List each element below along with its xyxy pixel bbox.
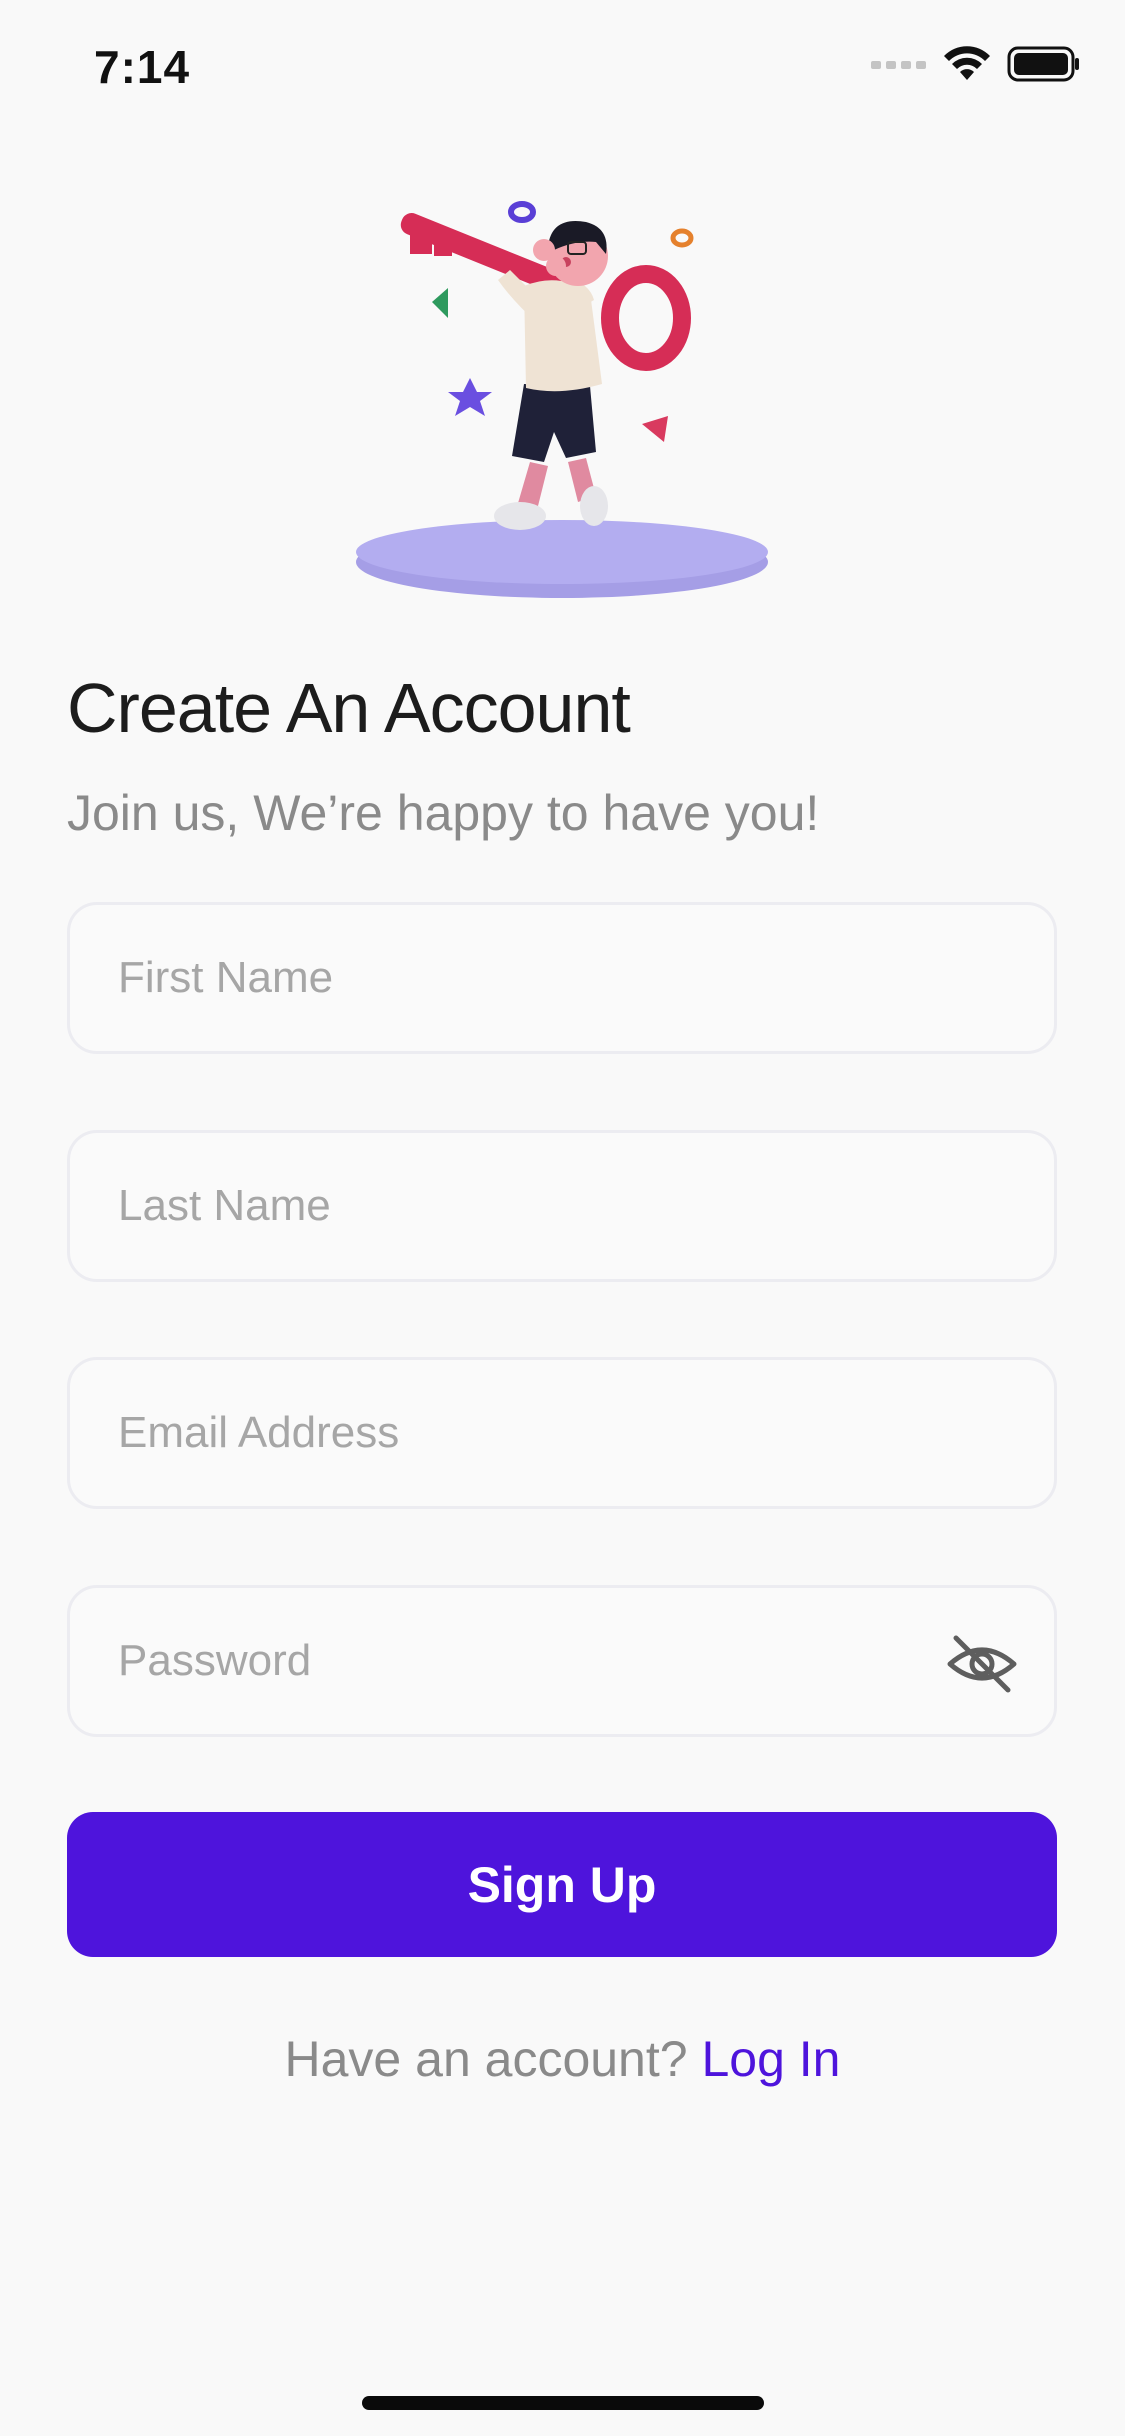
- sign-up-button[interactable]: Sign Up: [67, 1812, 1057, 1957]
- password-field: [67, 1585, 1057, 1737]
- log-in-link[interactable]: Log In: [701, 2031, 840, 2087]
- eye-slash-icon[interactable]: [946, 1632, 1018, 1696]
- status-bar: 7:14: [0, 0, 1125, 140]
- last-name-input[interactable]: [70, 1132, 980, 1280]
- email-field: [67, 1357, 1057, 1509]
- home-indicator[interactable]: [362, 2396, 764, 2410]
- cellular-signal-icon: [871, 61, 926, 69]
- hero-illustration: [356, 201, 768, 598]
- page-subtitle: Join us, We’re happy to have you!: [67, 785, 820, 841]
- battery-icon: [1007, 46, 1079, 82]
- page-title: Create An Account: [67, 669, 631, 747]
- wifi-icon: [944, 46, 990, 80]
- email-input[interactable]: [70, 1359, 980, 1507]
- login-prompt: Have an account? Log In: [0, 2030, 1125, 2088]
- first-name-input[interactable]: [70, 904, 980, 1052]
- status-time: 7:14: [94, 41, 191, 93]
- status-icons: [871, 46, 1081, 82]
- first-name-field: [67, 902, 1057, 1054]
- password-input[interactable]: [70, 1587, 980, 1735]
- last-name-field: [67, 1130, 1057, 1282]
- login-question: Have an account?: [284, 2031, 702, 2087]
